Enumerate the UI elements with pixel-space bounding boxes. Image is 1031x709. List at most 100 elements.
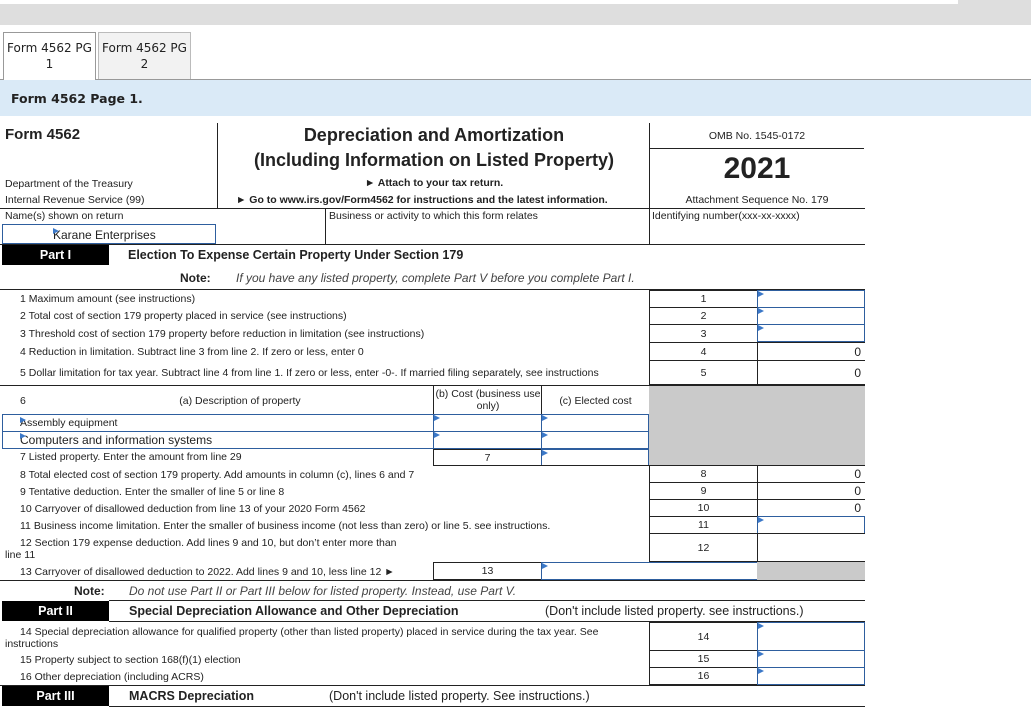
attachment-sequence: Attachment Sequence No. 179 xyxy=(685,194,829,206)
page-heading: Form 4562 Page 1. xyxy=(0,80,1031,116)
col-a-header: (a) Description of property xyxy=(179,395,301,407)
line-3-input[interactable] xyxy=(757,324,865,342)
line-13-text: 13 Carryover of disallowed deduction to … xyxy=(20,566,395,578)
line-14-input[interactable] xyxy=(757,622,865,651)
line-5-text: 5 Dollar limitation for tax year. Subtra… xyxy=(20,367,599,379)
col-c-header: (c) Elected cost xyxy=(559,395,632,407)
divider xyxy=(650,148,864,149)
line-num-7: 7 xyxy=(433,449,542,466)
tax-year: 2021 xyxy=(723,152,791,185)
divider xyxy=(0,580,865,581)
tab-form-4562-pg1[interactable]: Form 4562 PG 1 xyxy=(3,32,96,80)
part-1-title: Election To Expense Certain Property Und… xyxy=(128,248,464,262)
line-12-text-cont: line 11 xyxy=(5,549,36,561)
part-2-title: Special Depreciation Allowance and Other… xyxy=(129,604,459,618)
shaded-cell xyxy=(757,562,865,580)
divider xyxy=(649,208,650,245)
line-6-row-2-cost[interactable] xyxy=(433,431,542,449)
line-16-input[interactable] xyxy=(757,667,865,685)
name-input[interactable]: Karane Enterprises xyxy=(2,224,216,244)
line-num-3: 3 xyxy=(649,324,758,343)
line-num-8: 8 xyxy=(649,465,758,483)
line-1-text: 1 Maximum amount (see instructions) xyxy=(20,293,196,305)
attach-note: ► Attach to your tax return. xyxy=(364,177,504,189)
divider xyxy=(0,244,865,245)
line-15-input[interactable] xyxy=(757,650,865,668)
line-7-input[interactable] xyxy=(541,449,649,466)
description-value: Computers and information systems xyxy=(20,433,213,447)
line-9-value: 0 xyxy=(757,482,865,500)
form-title: Depreciation and Amortization xyxy=(303,125,565,145)
line-6-row-1-elected[interactable] xyxy=(541,414,649,432)
note-2-text: Do not use Part II or Part III below for… xyxy=(129,584,517,598)
part-3-label: Part III xyxy=(2,686,109,706)
goto-note: ► Go to www.irs.gov/Form4562 for instruc… xyxy=(236,194,608,206)
irs-label: Internal Revenue Service (99) xyxy=(5,194,145,206)
line-6-row-1-cost[interactable] xyxy=(433,414,542,432)
line-6-row-1-description[interactable]: Assembly equipment xyxy=(2,414,434,432)
line-8-text: 8 Total elected cost of section 179 prop… xyxy=(20,469,415,481)
divider xyxy=(325,208,326,245)
divider xyxy=(109,600,865,601)
line-num-13: 13 xyxy=(433,562,542,580)
part-3-title: MACRS Depreciation xyxy=(129,689,255,703)
line-num-5: 5 xyxy=(649,360,758,385)
line-num-2: 2 xyxy=(649,307,758,325)
divider xyxy=(433,385,434,415)
line-4-value: 0 xyxy=(757,342,865,361)
part-2-label: Part II xyxy=(2,601,109,621)
business-label: Business or activity to which this form … xyxy=(329,210,538,222)
divider xyxy=(109,706,865,707)
line-7-text: 7 Listed property. Enter the amount from… xyxy=(20,451,242,463)
line-10-text: 10 Carryover of disallowed deduction fro… xyxy=(20,503,366,515)
form-subtitle: (Including Information on Listed Propert… xyxy=(254,150,614,170)
divider xyxy=(0,208,865,209)
line-3-text: 3 Threshold cost of section 179 property… xyxy=(20,328,425,340)
note-2-label: Note: xyxy=(74,584,105,598)
part-2-subtitle: (Don't include listed property. see inst… xyxy=(545,604,804,618)
line-11-input[interactable] xyxy=(757,516,865,534)
line-9-text: 9 Tentative deduction. Enter the smaller… xyxy=(20,486,285,498)
line-2-text: 2 Total cost of section 179 property pla… xyxy=(20,310,347,322)
line-num-15: 15 xyxy=(649,650,758,668)
dept-treasury: Department of the Treasury xyxy=(5,178,133,190)
line-6-row-2-elected[interactable] xyxy=(541,431,649,449)
line-14-text-cont: instructions xyxy=(5,638,59,650)
line-2-input[interactable] xyxy=(757,307,865,325)
omb-number: OMB No. 1545-0172 xyxy=(708,130,806,142)
line-6-num: 6 xyxy=(20,395,26,407)
divider xyxy=(0,685,865,686)
col-b-header: (b) Cost (business use only) xyxy=(435,388,541,412)
line-num-9: 9 xyxy=(649,482,758,500)
line-14-text: 14 Special depreciation allowance for qu… xyxy=(20,626,599,638)
line-10-value: 0 xyxy=(757,499,865,517)
name-label: Name(s) shown on return xyxy=(5,210,124,222)
line-num-1: 1 xyxy=(649,290,758,308)
line-13-input[interactable] xyxy=(541,562,758,580)
line-12-text: 12 Section 179 expense deduction. Add li… xyxy=(20,537,397,549)
top-bar xyxy=(0,4,1031,25)
note-text: If you have any listed property, complet… xyxy=(236,271,635,285)
line-6-row-2-description[interactable]: Computers and information systems xyxy=(2,431,434,449)
tab-form-4562-pg2[interactable]: Form 4562 PG 2 xyxy=(98,32,191,79)
line-15-text: 15 Property subject to section 168(f)(1)… xyxy=(20,654,241,666)
line-num-14: 14 xyxy=(649,622,758,651)
line-num-11: 11 xyxy=(649,516,758,534)
form-number: Form 4562 xyxy=(5,126,81,143)
line-num-12: 12 xyxy=(649,533,758,562)
part-1-label: Part I xyxy=(2,245,109,265)
line-12-value xyxy=(757,533,865,562)
shaded-area xyxy=(649,386,865,465)
line-5-value: 0 xyxy=(757,360,865,385)
line-1-input[interactable] xyxy=(757,290,865,308)
part-3-subtitle: (Don't include listed property. See inst… xyxy=(329,689,590,703)
line-num-16: 16 xyxy=(649,667,758,685)
line-16-text: 16 Other depreciation (including ACRS) xyxy=(20,671,204,683)
description-value: Assembly equipment xyxy=(20,417,118,429)
line-num-4: 4 xyxy=(649,342,758,361)
divider xyxy=(433,465,649,466)
name-value: Karane Enterprises xyxy=(53,228,156,242)
line-4-text: 4 Reduction in limitation. Subtract line… xyxy=(20,346,364,358)
note-label: Note: xyxy=(180,271,211,285)
id-label: Identifying number(xxx-xx-xxxx) xyxy=(652,210,800,222)
